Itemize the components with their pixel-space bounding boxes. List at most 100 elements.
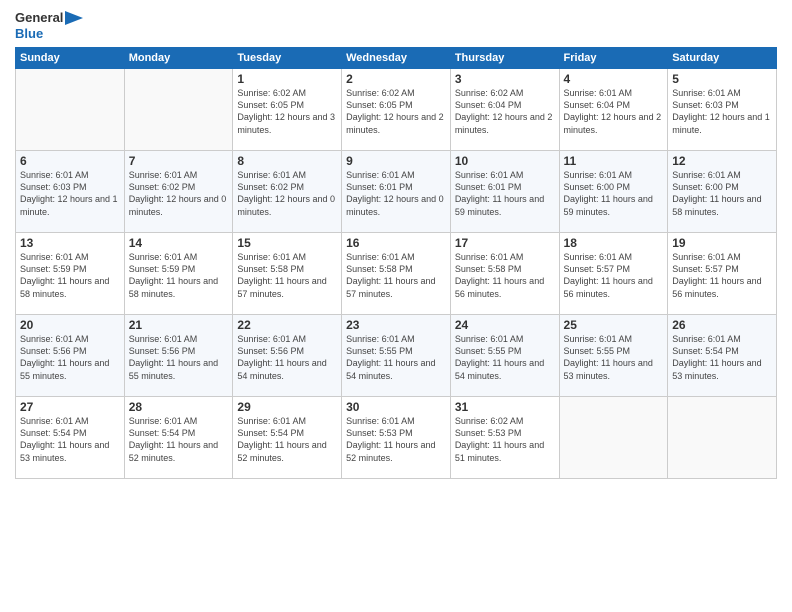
day-number: 27 (20, 400, 120, 414)
calendar-cell: 14Sunrise: 6:01 AM Sunset: 5:59 PM Dayli… (124, 233, 233, 315)
day-number: 7 (129, 154, 229, 168)
calendar-cell (124, 69, 233, 151)
day-number: 3 (455, 72, 555, 86)
calendar-cell: 21Sunrise: 6:01 AM Sunset: 5:56 PM Dayli… (124, 315, 233, 397)
calendar-cell: 29Sunrise: 6:01 AM Sunset: 5:54 PM Dayli… (233, 397, 342, 479)
day-info: Sunrise: 6:01 AM Sunset: 5:58 PM Dayligh… (237, 251, 337, 300)
day-number: 9 (346, 154, 446, 168)
calendar-cell: 19Sunrise: 6:01 AM Sunset: 5:57 PM Dayli… (668, 233, 777, 315)
calendar-week-row: 13Sunrise: 6:01 AM Sunset: 5:59 PM Dayli… (16, 233, 777, 315)
day-number: 2 (346, 72, 446, 86)
day-number: 19 (672, 236, 772, 250)
calendar-cell: 6Sunrise: 6:01 AM Sunset: 6:03 PM Daylig… (16, 151, 125, 233)
logo-text: General Blue (15, 10, 83, 41)
calendar-week-row: 27Sunrise: 6:01 AM Sunset: 5:54 PM Dayli… (16, 397, 777, 479)
day-info: Sunrise: 6:02 AM Sunset: 6:04 PM Dayligh… (455, 87, 555, 136)
calendar-body: 1 Sunrise: 6:02 AM Sunset: 6:05 PM Daylig… (16, 69, 777, 479)
day-info: Sunrise: 6:01 AM Sunset: 5:57 PM Dayligh… (564, 251, 664, 300)
calendar-week-row: 20Sunrise: 6:01 AM Sunset: 5:56 PM Dayli… (16, 315, 777, 397)
calendar-cell (16, 69, 125, 151)
calendar-cell: 23Sunrise: 6:01 AM Sunset: 5:55 PM Dayli… (342, 315, 451, 397)
day-info: Sunrise: 6:02 AM Sunset: 6:05 PM Dayligh… (346, 87, 446, 136)
day-info: Sunrise: 6:01 AM Sunset: 6:00 PM Dayligh… (564, 169, 664, 218)
day-number: 5 (672, 72, 772, 86)
day-info: Sunrise: 6:01 AM Sunset: 5:54 PM Dayligh… (20, 415, 120, 464)
calendar-week-row: 6Sunrise: 6:01 AM Sunset: 6:03 PM Daylig… (16, 151, 777, 233)
calendar-cell: 22Sunrise: 6:01 AM Sunset: 5:56 PM Dayli… (233, 315, 342, 397)
day-info: Sunrise: 6:01 AM Sunset: 6:01 PM Dayligh… (455, 169, 555, 218)
calendar-cell: 28Sunrise: 6:01 AM Sunset: 5:54 PM Dayli… (124, 397, 233, 479)
day-number: 11 (564, 154, 664, 168)
day-number: 30 (346, 400, 446, 414)
weekday-header: Friday (559, 48, 668, 69)
day-info: Sunrise: 6:01 AM Sunset: 6:03 PM Dayligh… (672, 87, 772, 136)
calendar-cell: 1Sunrise: 6:02 AM Sunset: 6:05 PM Daylig… (233, 69, 342, 151)
calendar-cell: 3Sunrise: 6:02 AM Sunset: 6:04 PM Daylig… (450, 69, 559, 151)
calendar-cell: 7Sunrise: 6:01 AM Sunset: 6:02 PM Daylig… (124, 151, 233, 233)
day-number: 14 (129, 236, 229, 250)
day-info: Sunrise: 6:01 AM Sunset: 5:58 PM Dayligh… (346, 251, 446, 300)
day-info: Sunrise: 6:01 AM Sunset: 6:01 PM Dayligh… (346, 169, 446, 218)
header: General Blue (15, 10, 777, 41)
calendar-cell: 18Sunrise: 6:01 AM Sunset: 5:57 PM Dayli… (559, 233, 668, 315)
weekday-header: Thursday (450, 48, 559, 69)
logo: General Blue (15, 10, 83, 41)
calendar-cell: 4Sunrise: 6:01 AM Sunset: 6:04 PM Daylig… (559, 69, 668, 151)
day-number: 26 (672, 318, 772, 332)
calendar-cell (559, 397, 668, 479)
calendar-cell: 15Sunrise: 6:01 AM Sunset: 5:58 PM Dayli… (233, 233, 342, 315)
day-info: Sunrise: 6:01 AM Sunset: 5:54 PM Dayligh… (129, 415, 229, 464)
day-number: 21 (129, 318, 229, 332)
calendar-cell: 5Sunrise: 6:01 AM Sunset: 6:03 PM Daylig… (668, 69, 777, 151)
day-info: Sunrise: 6:01 AM Sunset: 5:54 PM Dayligh… (237, 415, 337, 464)
day-number: 8 (237, 154, 337, 168)
page-container: General Blue SundayMondayTuesdayWednesda… (0, 0, 792, 484)
day-number: 25 (564, 318, 664, 332)
day-number: 15 (237, 236, 337, 250)
weekday-header: Tuesday (233, 48, 342, 69)
day-info: Sunrise: 6:01 AM Sunset: 5:54 PM Dayligh… (672, 333, 772, 382)
day-info: Sunrise: 6:01 AM Sunset: 5:55 PM Dayligh… (564, 333, 664, 382)
weekday-header: Saturday (668, 48, 777, 69)
calendar-cell: 31Sunrise: 6:02 AM Sunset: 5:53 PM Dayli… (450, 397, 559, 479)
day-number: 29 (237, 400, 337, 414)
day-number: 16 (346, 236, 446, 250)
day-number: 10 (455, 154, 555, 168)
day-info: Sunrise: 6:01 AM Sunset: 5:56 PM Dayligh… (129, 333, 229, 382)
calendar-cell: 30Sunrise: 6:01 AM Sunset: 5:53 PM Dayli… (342, 397, 451, 479)
day-number: 4 (564, 72, 664, 86)
day-info: Sunrise: 6:01 AM Sunset: 6:03 PM Dayligh… (20, 169, 120, 218)
day-number: 1 (237, 72, 337, 86)
weekday-header: Sunday (16, 48, 125, 69)
day-info: Sunrise: 6:01 AM Sunset: 5:57 PM Dayligh… (672, 251, 772, 300)
calendar-cell: 13Sunrise: 6:01 AM Sunset: 5:59 PM Dayli… (16, 233, 125, 315)
day-info: Sunrise: 6:01 AM Sunset: 5:59 PM Dayligh… (20, 251, 120, 300)
day-number: 6 (20, 154, 120, 168)
weekday-header: Wednesday (342, 48, 451, 69)
day-number: 31 (455, 400, 555, 414)
logo-arrow-icon (65, 11, 83, 25)
calendar-cell: 12Sunrise: 6:01 AM Sunset: 6:00 PM Dayli… (668, 151, 777, 233)
day-number: 17 (455, 236, 555, 250)
day-info: Sunrise: 6:01 AM Sunset: 5:58 PM Dayligh… (455, 251, 555, 300)
calendar-cell: 2Sunrise: 6:02 AM Sunset: 6:05 PM Daylig… (342, 69, 451, 151)
day-number: 24 (455, 318, 555, 332)
day-info: Sunrise: 6:01 AM Sunset: 5:59 PM Dayligh… (129, 251, 229, 300)
day-info: Sunrise: 6:01 AM Sunset: 5:56 PM Dayligh… (20, 333, 120, 382)
calendar-cell: 10Sunrise: 6:01 AM Sunset: 6:01 PM Dayli… (450, 151, 559, 233)
calendar-cell: 16Sunrise: 6:01 AM Sunset: 5:58 PM Dayli… (342, 233, 451, 315)
calendar-cell: 24Sunrise: 6:01 AM Sunset: 5:55 PM Dayli… (450, 315, 559, 397)
day-number: 23 (346, 318, 446, 332)
calendar-cell: 26Sunrise: 6:01 AM Sunset: 5:54 PM Dayli… (668, 315, 777, 397)
day-info: Sunrise: 6:01 AM Sunset: 5:55 PM Dayligh… (455, 333, 555, 382)
calendar-week-row: 1 Sunrise: 6:02 AM Sunset: 6:05 PM Daylig… (16, 69, 777, 151)
day-number: 12 (672, 154, 772, 168)
day-number: 18 (564, 236, 664, 250)
calendar-table: SundayMondayTuesdayWednesdayThursdayFrid… (15, 47, 777, 479)
day-info: Sunrise: 6:01 AM Sunset: 6:00 PM Dayligh… (672, 169, 772, 218)
day-info: Sunrise: 6:01 AM Sunset: 5:53 PM Dayligh… (346, 415, 446, 464)
day-info: Sunrise: 6:02 AM Sunset: 5:53 PM Dayligh… (455, 415, 555, 464)
weekday-header: Monday (124, 48, 233, 69)
calendar-cell: 9Sunrise: 6:01 AM Sunset: 6:01 PM Daylig… (342, 151, 451, 233)
calendar-cell: 25Sunrise: 6:01 AM Sunset: 5:55 PM Dayli… (559, 315, 668, 397)
